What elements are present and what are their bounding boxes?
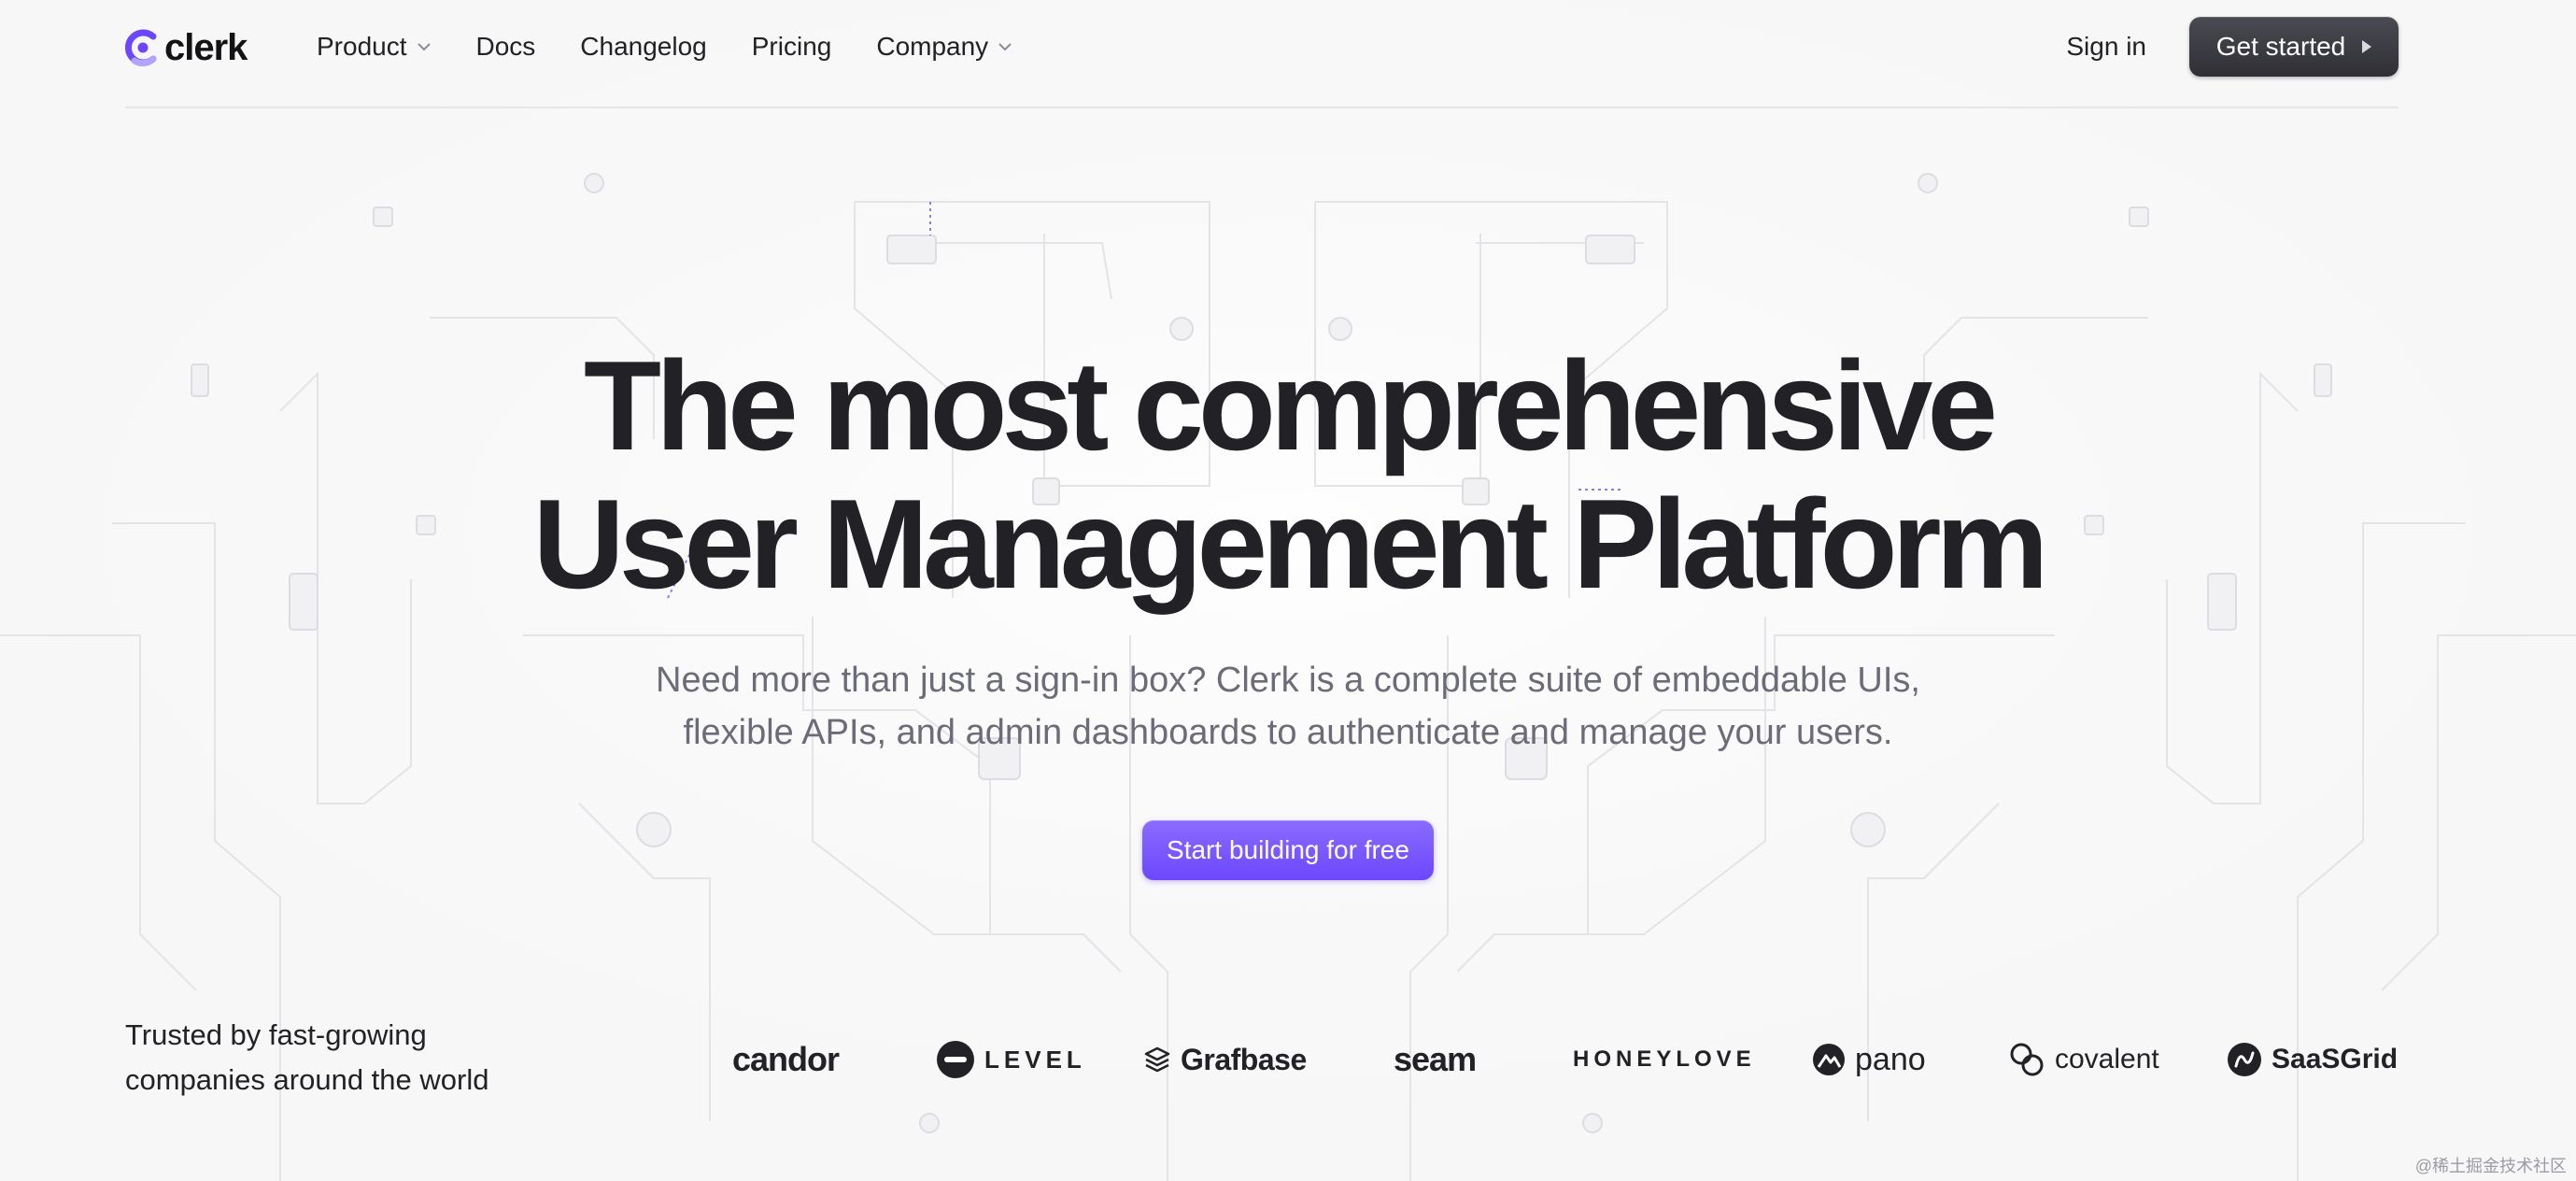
logo-pano: pano xyxy=(1812,1039,1926,1080)
saasgrid-logo-icon xyxy=(2228,1043,2261,1076)
hero-headline: The most comprehensive User Management P… xyxy=(0,336,2576,613)
logo-seam-text: seam xyxy=(1394,1040,1477,1078)
watermark: @稀土掘金技术社区 xyxy=(2414,1157,2567,1175)
logo-honeylove: HONEYLOVE xyxy=(1573,1039,1756,1080)
hero-section: The most comprehensive User Management P… xyxy=(0,336,2576,880)
nav-item-docs[interactable]: Docs xyxy=(476,32,536,62)
subtitle-line-2: flexible APIs, and admin dashboards to a… xyxy=(683,713,1893,752)
play-arrow-icon xyxy=(2362,40,2372,53)
nav-item-company-label: Company xyxy=(876,32,989,61)
covalent-logo-icon xyxy=(2010,1043,2044,1076)
hero-subtitle: Need more than just a sign-in box? Clerk… xyxy=(0,654,2576,759)
nav-item-changelog-label: Changelog xyxy=(580,32,707,61)
nav-item-product-label: Product xyxy=(317,32,407,61)
clerk-logo[interactable]: clerk xyxy=(125,26,248,68)
logo-candor-text: candor xyxy=(732,1040,840,1078)
logo-covalent: covalent xyxy=(2008,1039,2159,1080)
nav-item-product[interactable]: Product xyxy=(317,32,432,62)
logo-level-text: LEVEL xyxy=(984,1045,1086,1074)
logo-wordmark: clerk xyxy=(164,26,248,68)
logo-grafbase: Grafbase xyxy=(1143,1039,1307,1080)
nav-item-company[interactable]: Company xyxy=(876,32,1012,62)
level-logo-icon xyxy=(937,1041,974,1078)
logo-seam: seam xyxy=(1394,1039,1477,1080)
get-started-label: Get started xyxy=(2215,32,2346,61)
headline-line-2: User Management Platform xyxy=(532,473,2049,615)
logo-covalent-text: covalent xyxy=(2055,1044,2159,1074)
nav-item-docs-label: Docs xyxy=(475,32,536,61)
logo-saasgrid: SaaSGrid xyxy=(2227,1039,2398,1080)
logo-pano-text: pano xyxy=(1855,1041,1926,1077)
nav-item-changelog[interactable]: Changelog xyxy=(580,32,706,62)
nav-item-pricing-label: Pricing xyxy=(751,32,832,61)
grafbase-logo-icon xyxy=(1144,1046,1170,1073)
customer-logos: candor LEVEL Grafbase seam HONEYLOVE pan… xyxy=(0,1032,2576,1088)
top-navigation: clerk Product Docs Changelog Pricing Com… xyxy=(125,0,2399,108)
pano-logo-icon xyxy=(1813,1044,1845,1075)
main-menu: Product Docs Changelog Pricing Company xyxy=(317,26,1057,67)
logo-candor: candor xyxy=(732,1039,840,1080)
logo-honeylove-text: HONEYLOVE xyxy=(1573,1046,1756,1072)
headline-line-1: The most comprehensive xyxy=(583,334,1998,477)
logo-saasgrid-text: SaaSGrid xyxy=(2272,1044,2399,1074)
nav-item-pricing[interactable]: Pricing xyxy=(752,32,832,62)
subtitle-line-1: Need more than just a sign-in box? Clerk… xyxy=(656,661,1920,700)
logo-level: LEVEL xyxy=(936,1039,1086,1080)
start-building-button[interactable]: Start building for free xyxy=(1142,820,1434,880)
clerk-logo-icon xyxy=(125,29,157,66)
get-started-button[interactable]: Get started xyxy=(2189,17,2399,77)
sign-in-link[interactable]: Sign in xyxy=(2066,28,2146,65)
logo-grafbase-text: Grafbase xyxy=(1181,1042,1307,1076)
chevron-down-icon xyxy=(417,43,431,51)
chevron-down-icon xyxy=(998,43,1012,51)
